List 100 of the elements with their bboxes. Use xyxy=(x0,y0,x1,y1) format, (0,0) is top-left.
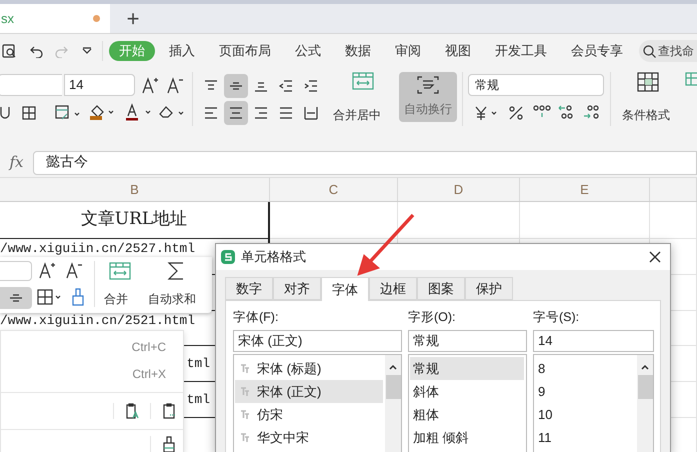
align-middle-icon xyxy=(8,292,24,304)
option-label: 常规 xyxy=(413,360,439,378)
list-item[interactable]: 8 xyxy=(535,356,635,380)
borders-icon xyxy=(37,289,63,305)
print-preview-icon[interactable] xyxy=(2,44,16,58)
menu-tab[interactable]: 数据 xyxy=(345,41,371,61)
option-label: 斜体 xyxy=(413,382,439,401)
align-button[interactable] xyxy=(0,287,32,309)
list-item[interactable]: 斜体 xyxy=(410,380,524,403)
column-header: D xyxy=(398,178,520,201)
list-item[interactable]: 11 xyxy=(535,426,635,449)
menu-tab[interactable]: 开发工具 xyxy=(495,41,547,61)
scroll-thumb[interactable] xyxy=(638,374,652,399)
font-type-icon xyxy=(240,432,250,442)
font-name-field[interactable] xyxy=(0,261,32,281)
shrink-font-icon xyxy=(65,261,83,279)
text-field[interactable]: 宋体 (正文) xyxy=(233,330,402,352)
scroll-thumb[interactable] xyxy=(386,374,400,399)
s-mark-icon xyxy=(224,252,232,262)
menu-tab[interactable]: 视图 xyxy=(445,41,471,61)
column-header: C xyxy=(270,178,398,201)
dialog-tab[interactable]: 图案 xyxy=(417,277,465,300)
format-painter-icon xyxy=(71,288,85,306)
file-tab[interactable]: sx xyxy=(0,4,110,33)
dialog-tab[interactable]: 数字 xyxy=(225,277,273,300)
paste-text-icon xyxy=(124,403,140,419)
paste-special-icon xyxy=(161,403,177,419)
text-field[interactable]: 常规 xyxy=(408,330,527,352)
search-field[interactable]: 查找命 xyxy=(639,40,697,62)
dropdown-icon[interactable] xyxy=(82,47,92,55)
option-label: 11 xyxy=(538,428,552,447)
decrease-decimal-icon xyxy=(582,104,600,120)
list-item[interactable]: 加粗 倾斜 xyxy=(410,426,524,449)
merge-button[interactable]: 合并 xyxy=(104,290,128,308)
list-item[interactable]: 粗体 xyxy=(410,402,524,426)
number-format-dropdown[interactable]: 常规 xyxy=(468,74,604,96)
decrease-indent-icon xyxy=(278,79,294,93)
auto-sum-button[interactable]: 自动求和 xyxy=(148,290,196,308)
file-name: sx xyxy=(1,10,14,28)
dialog-tab[interactable]: 保护 xyxy=(465,277,513,300)
dialog-tab[interactable]: 字体 xyxy=(321,277,369,301)
search-placeholder: 查找命 xyxy=(658,43,694,60)
menu-tab[interactable]: 页面布局 xyxy=(219,41,271,61)
scroll-up-icon xyxy=(388,362,398,371)
font-size-field[interactable]: 14 xyxy=(64,74,135,96)
borders-icon xyxy=(22,106,38,120)
new-tab-button[interactable]: + xyxy=(110,4,156,33)
table-cell: 文章URL地址 xyxy=(0,202,270,239)
dialog-tab[interactable]: 对齐 xyxy=(273,277,321,300)
list-item[interactable]: 宋体 (正文) xyxy=(235,380,383,403)
distribute-icon xyxy=(303,106,319,120)
align-button[interactable] xyxy=(224,74,248,98)
conditional-format-button[interactable]: 条件格式 xyxy=(622,106,670,124)
merge-center-icon xyxy=(352,72,374,90)
column-header: B xyxy=(0,178,270,201)
option-label: 10 xyxy=(538,406,552,424)
dialog-tab[interactable]: 边框 xyxy=(369,277,417,300)
format-painter-icon xyxy=(161,436,177,452)
font-type-icon xyxy=(240,409,250,420)
list-item[interactable]: 常规 xyxy=(410,356,524,380)
increase-decimal-icon xyxy=(557,104,575,120)
underline-icon xyxy=(0,106,10,120)
fill-color-icon xyxy=(88,103,116,121)
menu-tab[interactable]: 插入 xyxy=(169,41,195,61)
wrap-text-label: 自动换行 xyxy=(404,101,452,118)
font-name-field[interactable] xyxy=(0,74,62,96)
format-table-icon xyxy=(55,105,81,121)
option-label: 加粗 倾斜 xyxy=(413,428,469,447)
thousands-icon xyxy=(533,104,551,118)
font-color-icon xyxy=(125,103,153,121)
function-label: fx xyxy=(8,152,24,174)
search-icon xyxy=(643,44,656,58)
align-left-icon xyxy=(203,106,219,120)
grow-font-icon xyxy=(38,261,56,279)
pointer-arrow xyxy=(355,213,417,279)
scroll-up-icon xyxy=(640,362,650,371)
align-button[interactable] xyxy=(224,101,248,125)
merge-center-button[interactable]: 合并居中 xyxy=(333,106,381,124)
menu-tab[interactable]: 审阅 xyxy=(395,41,421,61)
menu-tab[interactable]: 公式 xyxy=(295,41,321,61)
scrollbar[interactable] xyxy=(385,354,401,452)
shortcut-label: Ctrl+X xyxy=(132,366,166,383)
font-name: 华文中宋 xyxy=(257,428,309,447)
scrollbar[interactable] xyxy=(637,354,653,452)
justify-icon xyxy=(278,106,294,120)
sum-icon xyxy=(167,261,185,281)
field-label: 字号(S): xyxy=(533,309,580,326)
text-field[interactable]: 14 xyxy=(533,330,654,352)
wrap-text-icon xyxy=(417,76,439,94)
list-item[interactable]: 华文中宋 xyxy=(235,426,383,449)
font-type-icon xyxy=(240,386,250,396)
list-item[interactable]: 9 xyxy=(535,380,635,403)
menu-tab[interactable]: 会员专享 xyxy=(571,41,623,61)
list-item[interactable]: 10 xyxy=(535,402,635,426)
undo-icon[interactable] xyxy=(30,44,44,58)
percent-icon xyxy=(509,106,523,120)
formula-field[interactable]: 懿古今 xyxy=(33,150,697,174)
merge-icon xyxy=(109,262,131,280)
grow-font-icon xyxy=(141,76,159,94)
increase-indent-icon xyxy=(303,79,319,93)
